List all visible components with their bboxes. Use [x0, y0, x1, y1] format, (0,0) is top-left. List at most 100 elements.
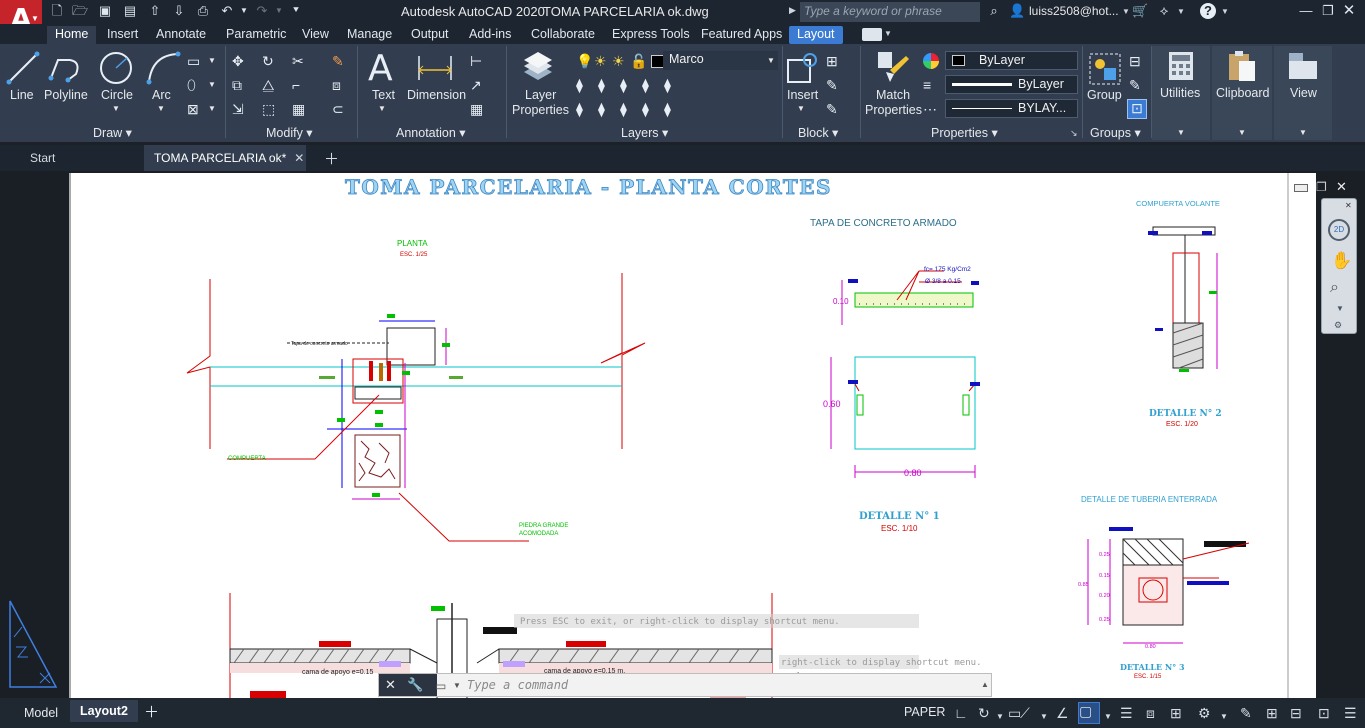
layer-off-icon[interactable]: ⧫ — [664, 77, 671, 93]
line-button[interactable]: Line — [10, 88, 34, 102]
group-button[interactable]: Group — [1087, 88, 1122, 102]
object-snap-tracking-icon[interactable]: ⟋ — [1020, 705, 1030, 721]
ribbon-state-dropdown-icon[interactable]: ▼ — [884, 29, 892, 38]
draw-panel-title[interactable]: Draw ▾ — [93, 125, 132, 140]
text-button[interactable]: Text — [372, 88, 395, 102]
cart-icon[interactable]: 🛒 — [1132, 3, 1148, 19]
paper-sheet[interactable]: PLANTA ESC. 1/25 Tapa de concreto armado… — [69, 173, 1316, 698]
mirror-icon[interactable]: ⧋ — [262, 77, 275, 93]
circle-icon[interactable] — [98, 50, 134, 86]
hatch-dropdown-icon[interactable]: ▼ — [208, 80, 216, 89]
ribbon-state-icon[interactable] — [862, 28, 882, 41]
command-history-icon[interactable]: ▭ — [435, 679, 446, 693]
draw-more-dropdown-icon[interactable]: ▼ — [208, 104, 216, 113]
layer-on-icon[interactable]: 💡 — [576, 53, 593, 69]
insert-button[interactable]: Insert — [787, 88, 818, 102]
plot-icon[interactable]: ⎙ — [195, 3, 211, 19]
viewport-minimize-icon[interactable] — [1294, 184, 1308, 192]
rotate-icon[interactable]: ↻ — [262, 53, 274, 69]
layer-match-icon[interactable]: ⧫ — [576, 77, 583, 93]
navbar-close-icon[interactable]: ✕ — [1345, 201, 1352, 210]
groups-panel-title[interactable]: Groups ▾ — [1090, 125, 1141, 140]
view-button[interactable]: View — [1290, 86, 1317, 100]
explode-icon[interactable]: ⧈ — [332, 77, 341, 93]
viewport-restore-icon[interactable]: ❐ — [1316, 180, 1327, 194]
lineweight-toggle-icon[interactable]: ∠ — [1056, 705, 1069, 721]
lineweight-icon[interactable]: ≡ — [923, 77, 931, 93]
scale-icon[interactable]: ⬚ — [262, 101, 275, 117]
layer-freeze-icon[interactable]: ☀ — [594, 53, 607, 69]
layers-panel-title[interactable]: Layers ▾ — [621, 125, 668, 140]
tab-express-tools[interactable]: Express Tools — [612, 26, 690, 44]
rectangle-icon[interactable]: ▭ — [187, 53, 200, 69]
linetype-combo[interactable]: BYLAY... — [945, 99, 1078, 118]
text-icon[interactable]: A — [368, 48, 393, 89]
lineweight-combo[interactable]: ByLayer — [945, 75, 1078, 94]
erase-icon[interactable]: ✎ — [332, 53, 344, 69]
polyline-icon[interactable] — [48, 50, 84, 86]
view-icon[interactable] — [1287, 51, 1319, 81]
osnap-dropdown-icon[interactable]: ▼ — [1040, 709, 1048, 725]
open-web-icon[interactable]: ⇧ — [147, 3, 163, 19]
command-expand-icon[interactable]: ▲ — [981, 680, 989, 689]
undo-icon[interactable]: ↶ — [219, 3, 235, 19]
dimension-button[interactable]: Dimension — [407, 88, 466, 102]
move-icon[interactable]: ✥ — [232, 53, 244, 69]
properties-panel-title[interactable]: Properties ▾ — [931, 125, 998, 140]
ungroup-icon[interactable]: ⊟ — [1129, 53, 1141, 69]
arc-icon[interactable] — [146, 50, 182, 86]
save-as-icon[interactable]: ▤ — [122, 3, 138, 19]
clean-screen-icon[interactable]: ⊡ — [1318, 705, 1330, 721]
tab-model[interactable]: Model — [14, 704, 66, 726]
search-input[interactable]: Type a keyword or phrase — [800, 2, 980, 22]
tab-drawing[interactable]: TOMA PARCELARIA ok* ✕ — [144, 145, 306, 171]
group-icon[interactable] — [1088, 52, 1122, 86]
selection-dropdown-icon[interactable]: ▼ — [1104, 709, 1112, 725]
restore-icon[interactable]: ❐ — [1320, 3, 1336, 19]
add-layout-icon[interactable]: ＋ — [144, 701, 159, 722]
layer-lock2-icon[interactable]: ⧫ — [576, 101, 583, 117]
trim-icon[interactable]: ✂ — [292, 53, 304, 69]
block-panel-title[interactable]: Block ▾ — [798, 125, 838, 140]
user-name[interactable]: luiss2508@hot... — [1029, 4, 1119, 18]
tab-annotate[interactable]: Annotate — [156, 26, 206, 44]
match-properties-label-2[interactable]: Properties — [865, 103, 922, 117]
stretch-icon[interactable]: ⇲ — [232, 101, 244, 117]
tab-output[interactable]: Output — [411, 26, 449, 44]
command-close-icon[interactable]: ✕ — [385, 677, 396, 693]
app-menu-chevron-icon[interactable]: ▼ — [31, 14, 39, 23]
table-icon[interactable]: ▦ — [470, 101, 483, 117]
arc-dropdown-icon[interactable]: ▼ — [157, 104, 165, 113]
binoculars-icon[interactable]: ⌕ — [986, 3, 1002, 19]
edit-block-icon[interactable]: ✎ — [826, 77, 838, 93]
polyline-button[interactable]: Polyline — [44, 88, 88, 102]
annotation-panel-title[interactable]: Annotation ▾ — [396, 125, 466, 140]
paper-space-toggle[interactable]: PAPER — [904, 705, 946, 719]
calculator-icon[interactable] — [1167, 51, 1195, 81]
tab-insert[interactable]: Insert — [107, 26, 138, 44]
zoom-extents-icon[interactable]: ⌕ — [1330, 279, 1339, 297]
command-recent-dropdown-icon[interactable]: ▼ — [453, 681, 461, 690]
settings-gear-icon[interactable]: ⚙ — [1198, 705, 1211, 721]
linetype-icon[interactable]: ⋯ — [923, 101, 937, 117]
copy-icon[interactable]: ⧉ — [232, 77, 242, 93]
layer-unlock-icon[interactable]: ⧫ — [598, 101, 605, 117]
utilities-button[interactable]: Utilities — [1160, 86, 1200, 100]
layer-lock-icon[interactable]: 🔓 — [630, 53, 647, 69]
tab-start[interactable]: Start — [20, 145, 65, 171]
group-edit-icon[interactable]: ✎ — [1129, 77, 1141, 93]
rectangle-dropdown-icon[interactable]: ▼ — [208, 56, 216, 65]
linear-dim-icon[interactable]: ⊢ — [470, 53, 482, 69]
pan-icon[interactable]: ✋ — [1331, 251, 1352, 271]
open-folder-icon[interactable]: 🗁 — [72, 3, 88, 19]
selection-cycling-icon[interactable]: ▢ — [1078, 702, 1100, 724]
tab-featured-apps[interactable]: Featured Apps — [701, 26, 782, 44]
minimize-icon[interactable]: — — [1298, 3, 1314, 19]
layer-properties-label-1[interactable]: Layer — [525, 88, 556, 102]
command-input[interactable]: Type a command — [467, 678, 568, 692]
quick-access-menu-icon[interactable]: ⯆ — [288, 3, 304, 19]
tab-parametric[interactable]: Parametric — [226, 26, 286, 44]
save-web-icon[interactable]: ⇩ — [171, 3, 187, 19]
layer-vp-freeze-icon[interactable]: ☀ — [612, 53, 625, 69]
modify-panel-title[interactable]: Modify ▾ — [266, 125, 313, 140]
